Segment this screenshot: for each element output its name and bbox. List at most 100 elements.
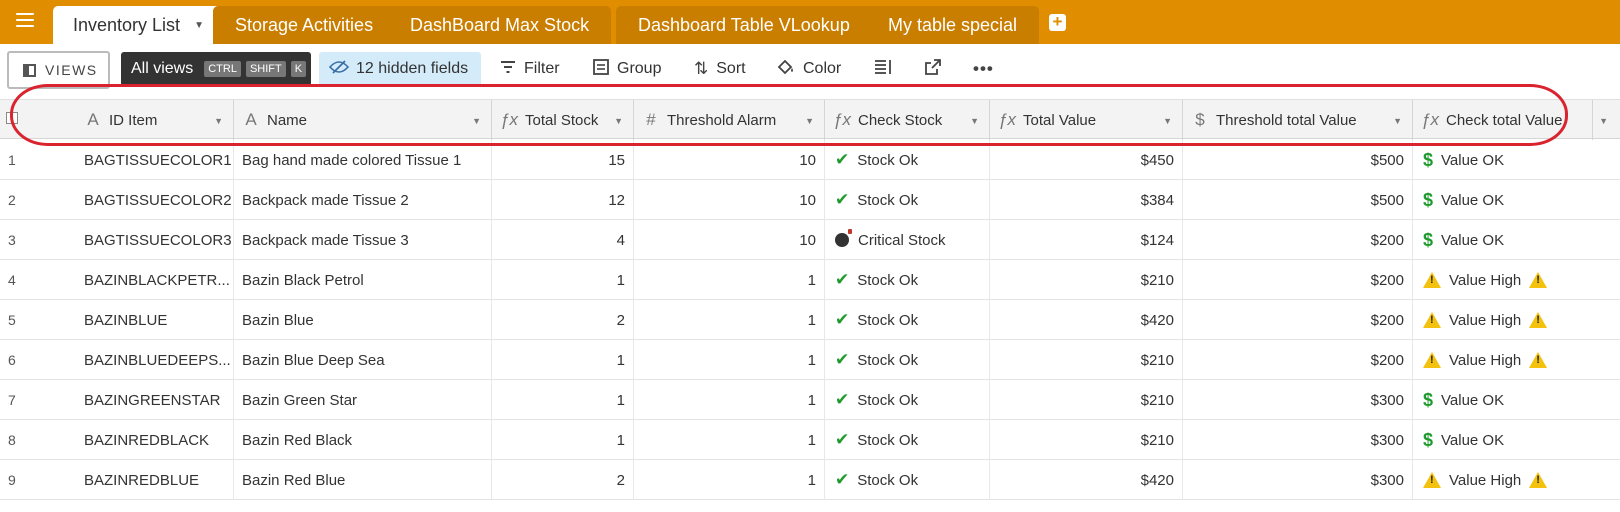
table-row[interactable]: 1 BAGTISSUECOLOR1 Bag hand made colored Ti… (0, 140, 1620, 180)
table-row[interactable]: 6 BAZINBLUEDEEPS... Bazin Blue Deep Sea 1 1 ✔… (0, 340, 1620, 380)
menu-icon[interactable] (16, 13, 34, 31)
cell-total-value[interactable]: $210 (990, 420, 1183, 460)
cell-id-item[interactable]: BAGTISSUECOLOR3 (76, 220, 234, 260)
cell-total-value[interactable]: $124 (990, 220, 1183, 260)
column-header-check-stock[interactable]: ƒx Check Stock ▼ (825, 100, 990, 140)
cell-check-stock[interactable]: ✔ Stock Ok (825, 140, 990, 180)
chevron-down-icon[interactable]: ▼ (472, 116, 481, 126)
cell-threshold-total-value[interactable]: $500 (1183, 140, 1413, 180)
cell-name[interactable]: Bazin Blue Deep Sea (234, 340, 492, 380)
cell-check-total-value[interactable]: Value High (1413, 460, 1620, 500)
cell-total-stock[interactable]: 2 (492, 460, 634, 500)
cell-id-item[interactable]: BAZINREDBLACK (76, 420, 234, 460)
share-button[interactable] (925, 57, 949, 81)
cell-threshold-alarm[interactable]: 1 (634, 460, 825, 500)
cell-total-stock[interactable]: 12 (492, 180, 634, 220)
chevron-down-icon[interactable]: ▼ (1393, 116, 1402, 126)
cell-threshold-total-value[interactable]: $300 (1183, 460, 1413, 500)
cell-name[interactable]: Bazin Red Blue (234, 460, 492, 500)
table-row[interactable]: 9 BAZINREDBLUE Bazin Red Blue 2 1 ✔ Stock Ok $4… (0, 460, 1620, 500)
cell-threshold-alarm[interactable]: 1 (634, 380, 825, 420)
cell-total-stock[interactable]: 1 (492, 260, 634, 300)
views-button[interactable]: VIEWS (7, 51, 110, 89)
color-button[interactable]: Color (777, 57, 841, 81)
cell-threshold-total-value[interactable]: $200 (1183, 260, 1413, 300)
cell-threshold-alarm[interactable]: 10 (634, 140, 825, 180)
cell-check-stock[interactable]: ✔ Stock Ok (825, 460, 990, 500)
cell-total-stock[interactable]: 15 (492, 140, 634, 180)
cell-threshold-alarm[interactable]: 1 (634, 420, 825, 460)
cell-check-total-value[interactable]: $ Value OK (1413, 220, 1620, 260)
cell-id-item[interactable]: BAZINGREENSTAR (76, 380, 234, 420)
tab-dashboard-table-vlookup[interactable]: Dashboard Table VLookup (616, 6, 872, 44)
cell-name[interactable]: Backpack made Tissue 3 (234, 220, 492, 260)
cell-total-stock[interactable]: 1 (492, 380, 634, 420)
cell-threshold-alarm[interactable]: 10 (634, 180, 825, 220)
column-header-check-total-value[interactable]: ƒx Check total Value (1413, 100, 1593, 140)
row-height-button[interactable] (874, 57, 900, 81)
cell-total-stock[interactable]: 1 (492, 420, 634, 460)
cell-name[interactable]: Bazin Green Star (234, 380, 492, 420)
table-row[interactable]: 4 BAZINBLACKPETR... Bazin Black Petrol 1 1 ✔ S… (0, 260, 1620, 300)
chevron-down-icon[interactable]: ▼ (805, 116, 814, 126)
tab-my-table-special[interactable]: My table special (866, 6, 1040, 44)
cell-check-total-value[interactable]: Value High (1413, 300, 1620, 340)
chevron-down-icon[interactable]: ▼ (214, 116, 223, 126)
cell-threshold-total-value[interactable]: $300 (1183, 380, 1413, 420)
cell-name[interactable]: Bazin Red Black (234, 420, 492, 460)
more-options-button[interactable]: ••• (973, 57, 1002, 81)
column-header-threshold-alarm[interactable]: # Threshold Alarm ▼ (634, 100, 825, 140)
chevron-down-icon[interactable]: ▼ (614, 116, 623, 126)
cell-name[interactable]: Backpack made Tissue 2 (234, 180, 492, 220)
table-row[interactable]: 8 BAZINREDBLACK Bazin Red Black 1 1 ✔ Stock Ok… (0, 420, 1620, 460)
column-header-total-stock[interactable]: ƒx Total Stock ▼ (492, 100, 634, 140)
cell-check-stock[interactable]: ✔ Stock Ok (825, 340, 990, 380)
cell-threshold-alarm[interactable]: 10 (634, 220, 825, 260)
all-views-button[interactable]: All views CTRL SHIFT K (121, 52, 311, 86)
cell-total-value[interactable]: $450 (990, 140, 1183, 180)
cell-threshold-total-value[interactable]: $200 (1183, 300, 1413, 340)
cell-check-total-value[interactable]: Value High (1413, 260, 1620, 300)
cell-id-item[interactable]: BAZINBLACKPETR... (76, 260, 234, 300)
tab-inventory-list[interactable]: Inventory List ▼ (53, 6, 224, 44)
cell-id-item[interactable]: BAZINREDBLUE (76, 460, 234, 500)
column-header-total-value[interactable]: ƒx Total Value ▼ (990, 100, 1183, 140)
add-tab-icon[interactable]: + (1049, 13, 1066, 31)
cell-threshold-alarm[interactable]: 1 (634, 260, 825, 300)
cell-name[interactable]: Bazin Black Petrol (234, 260, 492, 300)
table-row[interactable]: 5 BAZINBLUE Bazin Blue 2 1 ✔ Stock Ok $420 $200 V… (0, 300, 1620, 340)
cell-threshold-total-value[interactable]: $500 (1183, 180, 1413, 220)
cell-name[interactable]: Bazin Blue (234, 300, 492, 340)
cell-total-value[interactable]: $210 (990, 260, 1183, 300)
cell-check-total-value[interactable]: $ Value OK (1413, 380, 1620, 420)
cell-check-stock[interactable]: ✔ Stock Ok (825, 300, 990, 340)
cell-id-item[interactable]: BAZINBLUEDEEPS... (76, 340, 234, 380)
cell-check-total-value[interactable]: $ Value OK (1413, 420, 1620, 460)
cell-total-value[interactable]: $210 (990, 380, 1183, 420)
cell-total-value[interactable]: $210 (990, 340, 1183, 380)
cell-total-value[interactable]: $420 (990, 460, 1183, 500)
column-header-id-item[interactable]: A ID Item ▼ (24, 100, 234, 140)
cell-check-stock[interactable]: ✔ Stock Ok (825, 260, 990, 300)
cell-threshold-alarm[interactable]: 1 (634, 340, 825, 380)
cell-total-value[interactable]: $420 (990, 300, 1183, 340)
column-header-threshold-total-value[interactable]: $ Threshold total Value ▼ (1183, 100, 1413, 140)
cell-id-item[interactable]: BAGTISSUECOLOR1 (76, 140, 234, 180)
tab-dashboard-max-stock[interactable]: DashBoard Max Stock (388, 6, 612, 44)
table-row[interactable]: 3 BAGTISSUECOLOR3 Backpack made Tissue 3 4 1… (0, 220, 1620, 260)
cell-name[interactable]: Bag hand made colored Tissue 1 (234, 140, 492, 180)
cell-threshold-total-value[interactable]: $200 (1183, 340, 1413, 380)
cell-check-total-value[interactable]: $ Value OK (1413, 180, 1620, 220)
tab-storage-activities[interactable]: Storage Activities (213, 6, 396, 44)
cell-threshold-alarm[interactable]: 1 (634, 300, 825, 340)
cell-threshold-total-value[interactable]: $200 (1183, 220, 1413, 260)
sort-button[interactable]: ⇅ Sort (694, 57, 746, 81)
chevron-down-icon[interactable]: ▼ (194, 20, 204, 31)
cell-total-value[interactable]: $384 (990, 180, 1183, 220)
cell-total-stock[interactable]: 2 (492, 300, 634, 340)
group-button[interactable]: Group (593, 57, 661, 81)
cell-check-stock[interactable]: ✔ Stock Ok (825, 420, 990, 460)
chevron-down-icon[interactable]: ▼ (970, 116, 979, 126)
cell-check-stock[interactable]: Critical Stock (825, 220, 990, 260)
cell-id-item[interactable]: BAGTISSUECOLOR2 (76, 180, 234, 220)
